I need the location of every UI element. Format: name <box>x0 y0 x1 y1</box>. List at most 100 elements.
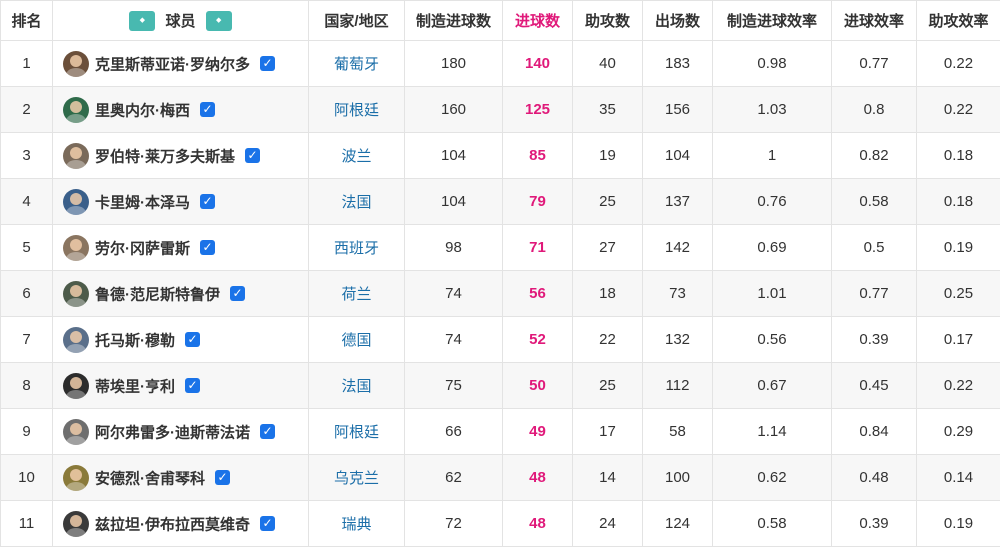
avatar <box>63 510 89 537</box>
goals-cell: 85 <box>502 132 573 179</box>
table-row[interactable]: 2 里奥内尔·梅西 ✓ 阿根廷 160 125 35 156 1.03 0.8 0.22 <box>0 86 1000 133</box>
appearances-cell: 124 <box>642 500 713 547</box>
table-header: 排名 ◆ 球员 ◆ 国家/地区 制造进球数 进球数 助攻数 出场数 制造进球效率… <box>0 0 1000 41</box>
assist-rate-cell: 0.29 <box>916 408 1000 455</box>
assist-rate-cell: 0.17 <box>916 316 1000 363</box>
contributions-cell: 104 <box>404 178 503 225</box>
player-name[interactable]: 克里斯蒂亚诺·罗纳尔多 <box>95 56 250 73</box>
appearances-cell: 142 <box>642 224 713 271</box>
assists-cell: 22 <box>572 316 643 363</box>
team-logo-icon: ◆ <box>129 10 156 31</box>
table-row[interactable]: 3 罗伯特·莱万多夫斯基 ✓ 波兰 104 85 19 104 1 0.82 0.18 <box>0 132 1000 179</box>
contributions-cell: 75 <box>404 362 503 409</box>
contrib-rate-cell: 1 <box>712 132 832 179</box>
header-rank[interactable]: 排名 <box>0 0 53 41</box>
player-stats-table: 排名 ◆ 球员 ◆ 国家/地区 制造进球数 进球数 助攻数 出场数 制造进球效率… <box>0 0 1000 547</box>
contributions-cell: 74 <box>404 316 503 363</box>
header-goals[interactable]: 进球数 <box>502 0 573 41</box>
header-contributions[interactable]: 制造进球数 <box>404 0 503 41</box>
contributions-cell: 72 <box>404 500 503 547</box>
checkbox-icon[interactable]: ✓ <box>245 148 260 163</box>
player-name[interactable]: 阿尔弗雷多·迪斯蒂法诺 <box>95 424 250 441</box>
header-assists[interactable]: 助攻数 <box>572 0 643 41</box>
checkbox-icon[interactable]: ✓ <box>215 470 230 485</box>
country-cell: 乌克兰 <box>308 454 405 501</box>
assists-cell: 25 <box>572 178 643 225</box>
table-row[interactable]: 10 安德烈·舍甫琴科 ✓ 乌克兰 62 48 14 100 0.62 0.48 0.14 <box>0 454 1000 501</box>
contrib-rate-cell: 0.67 <box>712 362 832 409</box>
player-cell: 里奥内尔·梅西 ✓ <box>52 86 309 133</box>
checkbox-icon[interactable]: ✓ <box>200 102 215 117</box>
contributions-cell: 98 <box>404 224 503 271</box>
assist-rate-cell: 0.19 <box>916 224 1000 271</box>
rank-cell: 7 <box>0 316 53 363</box>
player-cell: 安德烈·舍甫琴科 ✓ <box>52 454 309 501</box>
player-name[interactable]: 里奥内尔·梅西 <box>95 102 190 119</box>
rank-cell: 3 <box>0 132 53 179</box>
header-country[interactable]: 国家/地区 <box>308 0 405 41</box>
player-name[interactable]: 托马斯·穆勒 <box>95 332 175 349</box>
player-cell: 鲁德·范尼斯特鲁伊 ✓ <box>52 270 309 317</box>
player-name[interactable]: 劳尔·冈萨雷斯 <box>95 240 190 257</box>
goals-cell: 71 <box>502 224 573 271</box>
table-row[interactable]: 8 蒂埃里·亨利 ✓ 法国 75 50 25 112 0.67 0.45 0.22 <box>0 362 1000 409</box>
table-row[interactable]: 11 兹拉坦·伊布拉西莫维奇 ✓ 瑞典 72 48 24 124 0.58 0.39 0.19 <box>0 500 1000 547</box>
player-cell: 罗伯特·莱万多夫斯基 ✓ <box>52 132 309 179</box>
assists-cell: 18 <box>572 270 643 317</box>
checkbox-icon[interactable]: ✓ <box>260 424 275 439</box>
contributions-cell: 66 <box>404 408 503 455</box>
player-name[interactable]: 安德烈·舍甫琴科 <box>95 470 205 487</box>
player-name[interactable]: 卡里姆·本泽马 <box>95 194 190 211</box>
goal-rate-cell: 0.77 <box>831 40 917 87</box>
rank-cell: 11 <box>0 500 53 547</box>
rank-cell: 6 <box>0 270 53 317</box>
assist-rate-cell: 0.22 <box>916 86 1000 133</box>
checkbox-icon[interactable]: ✓ <box>185 378 200 393</box>
table-body: 1 克里斯蒂亚诺·罗纳尔多 ✓ 葡萄牙 180 140 40 183 0.98 0.77 0.22 2… <box>0 40 1000 547</box>
contributions-cell: 160 <box>404 86 503 133</box>
goal-rate-cell: 0.39 <box>831 500 917 547</box>
table-row[interactable]: 4 卡里姆·本泽马 ✓ 法国 104 79 25 137 0.76 0.58 0.18 <box>0 178 1000 225</box>
player-name[interactable]: 罗伯特·莱万多夫斯基 <box>95 148 235 165</box>
assists-cell: 27 <box>572 224 643 271</box>
player-name[interactable]: 鲁德·范尼斯特鲁伊 <box>95 286 220 303</box>
appearances-cell: 73 <box>642 270 713 317</box>
player-name[interactable]: 兹拉坦·伊布拉西莫维奇 <box>95 516 250 533</box>
avatar <box>63 372 89 399</box>
checkbox-icon[interactable]: ✓ <box>260 56 275 71</box>
rank-cell: 1 <box>0 40 53 87</box>
country-cell: 波兰 <box>308 132 405 179</box>
assists-cell: 19 <box>572 132 643 179</box>
checkbox-icon[interactable]: ✓ <box>185 332 200 347</box>
goals-cell: 79 <box>502 178 573 225</box>
goals-cell: 48 <box>502 500 573 547</box>
table-row[interactable]: 7 托马斯·穆勒 ✓ 德国 74 52 22 132 0.56 0.39 0.17 <box>0 316 1000 363</box>
header-appearances[interactable]: 出场数 <box>642 0 713 41</box>
assist-rate-cell: 0.22 <box>916 40 1000 87</box>
header-goal-rate[interactable]: 进球效率 <box>831 0 917 41</box>
goals-cell: 125 <box>502 86 573 133</box>
contrib-rate-cell: 0.56 <box>712 316 832 363</box>
player-cell: 托马斯·穆勒 ✓ <box>52 316 309 363</box>
checkbox-icon[interactable]: ✓ <box>200 194 215 209</box>
appearances-cell: 156 <box>642 86 713 133</box>
contrib-rate-cell: 1.03 <box>712 86 832 133</box>
contrib-rate-cell: 0.58 <box>712 500 832 547</box>
player-name[interactable]: 蒂埃里·亨利 <box>95 378 175 395</box>
table-row[interactable]: 5 劳尔·冈萨雷斯 ✓ 西班牙 98 71 27 142 0.69 0.5 0.19 <box>0 224 1000 271</box>
header-player[interactable]: ◆ 球员 ◆ <box>52 0 309 41</box>
header-assist-rate[interactable]: 助攻效率 <box>916 0 1000 41</box>
table-row[interactable]: 9 阿尔弗雷多·迪斯蒂法诺 ✓ 阿根廷 66 49 17 58 1.14 0.84 0.29 <box>0 408 1000 455</box>
checkbox-icon[interactable]: ✓ <box>230 286 245 301</box>
table-row[interactable]: 1 克里斯蒂亚诺·罗纳尔多 ✓ 葡萄牙 180 140 40 183 0.98 0.77 0.22 <box>0 40 1000 87</box>
table-row[interactable]: 6 鲁德·范尼斯特鲁伊 ✓ 荷兰 74 56 18 73 1.01 0.77 0.25 <box>0 270 1000 317</box>
appearances-cell: 100 <box>642 454 713 501</box>
header-contrib-rate[interactable]: 制造进球效率 <box>712 0 832 41</box>
avatar <box>63 326 89 353</box>
appearances-cell: 132 <box>642 316 713 363</box>
country-cell: 瑞典 <box>308 500 405 547</box>
checkbox-icon[interactable]: ✓ <box>200 240 215 255</box>
contributions-cell: 104 <box>404 132 503 179</box>
avatar <box>63 142 89 169</box>
checkbox-icon[interactable]: ✓ <box>260 516 275 531</box>
